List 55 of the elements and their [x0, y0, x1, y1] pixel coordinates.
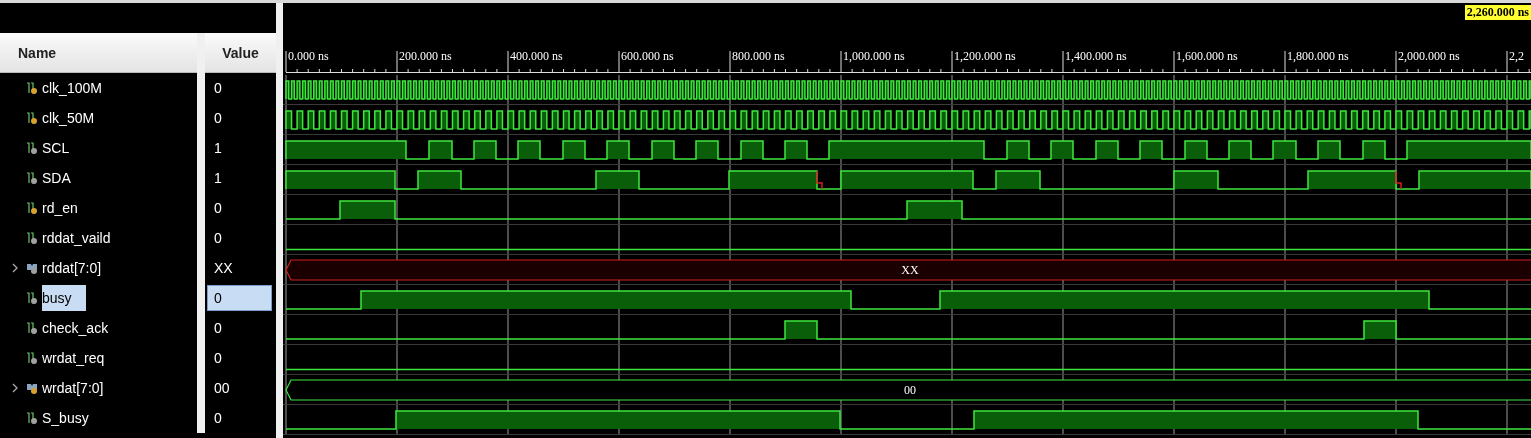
- time-tick-label: 1,400.000 ns: [1064, 49, 1127, 64]
- signal-value: 1: [213, 139, 223, 158]
- signal-icon: [26, 81, 38, 95]
- signal-name[interactable]: SCL: [42, 135, 84, 161]
- time-tick-label: 1,000.000 ns: [842, 49, 905, 64]
- signal-value: 00: [213, 379, 231, 398]
- bus-value: 00: [904, 383, 916, 397]
- chevron-right-icon: [11, 383, 19, 393]
- chevron-right-icon: [11, 263, 19, 273]
- signal-value: 0: [213, 409, 223, 428]
- time-tick-label: 600.000 ns: [620, 49, 674, 64]
- time-tick-label: 0.000 ns: [287, 49, 329, 64]
- signal-value: XX: [213, 259, 234, 278]
- signal-name[interactable]: rddat_vaild: [42, 225, 125, 251]
- signal-icon: [26, 411, 38, 425]
- time-tick-label: 400.000 ns: [509, 49, 563, 64]
- signal-value: 0: [213, 229, 223, 248]
- signal-name[interactable]: SDA: [42, 165, 85, 191]
- signal-name[interactable]: wrdat_req: [42, 345, 119, 371]
- time-tick-label: 800.000 ns: [731, 49, 785, 64]
- bus-signal-icon: [26, 261, 38, 275]
- signal-icon: [26, 231, 38, 245]
- time-tick-label: 1,800.000 ns: [1286, 49, 1349, 64]
- column-header[interactable]: Value: [205, 33, 276, 73]
- signal-name[interactable]: rddat[7:0]: [42, 255, 116, 281]
- signal-value: 1: [213, 169, 223, 188]
- signal-name[interactable]: S_busy: [42, 405, 103, 431]
- signal-value: 0: [207, 285, 272, 311]
- signal-name[interactable]: clk_50M: [42, 105, 109, 131]
- signal-name[interactable]: clk_100M: [42, 75, 116, 101]
- signal-icon: [26, 351, 38, 365]
- signal-value: 0: [213, 79, 223, 98]
- signal-icon: [26, 171, 38, 185]
- time-tick-label: 2,000.000 ns: [1397, 49, 1460, 64]
- bus-value: XX: [901, 263, 919, 277]
- signal-value: 0: [213, 109, 223, 128]
- signal-value: 0: [213, 319, 223, 338]
- signal-icon: [26, 201, 38, 215]
- cursor-time-label: 2,260.000 ns: [1464, 5, 1531, 20]
- signal-icon: [26, 111, 38, 125]
- time-tick-label: 1,200.000 ns: [953, 49, 1016, 64]
- time-tick-label: 1,600.000 ns: [1175, 49, 1238, 64]
- signal-icon: [26, 141, 38, 155]
- signal-value: 0: [213, 349, 223, 368]
- signal-name[interactable]: busy: [42, 285, 86, 311]
- column-header[interactable]: Name: [0, 33, 197, 73]
- bus-signal-icon: [26, 381, 38, 395]
- signal-name[interactable]: check_ack: [42, 315, 123, 341]
- signal-icon: [26, 291, 38, 305]
- signal-name[interactable]: wrdat[7:0]: [42, 375, 118, 401]
- signal-icon: [26, 321, 38, 335]
- time-tick-label: 200.000 ns: [398, 49, 452, 64]
- signal-name[interactable]: rd_en: [42, 195, 92, 221]
- signal-value: 0: [213, 199, 223, 218]
- time-tick-label: 2,2: [1508, 49, 1524, 64]
